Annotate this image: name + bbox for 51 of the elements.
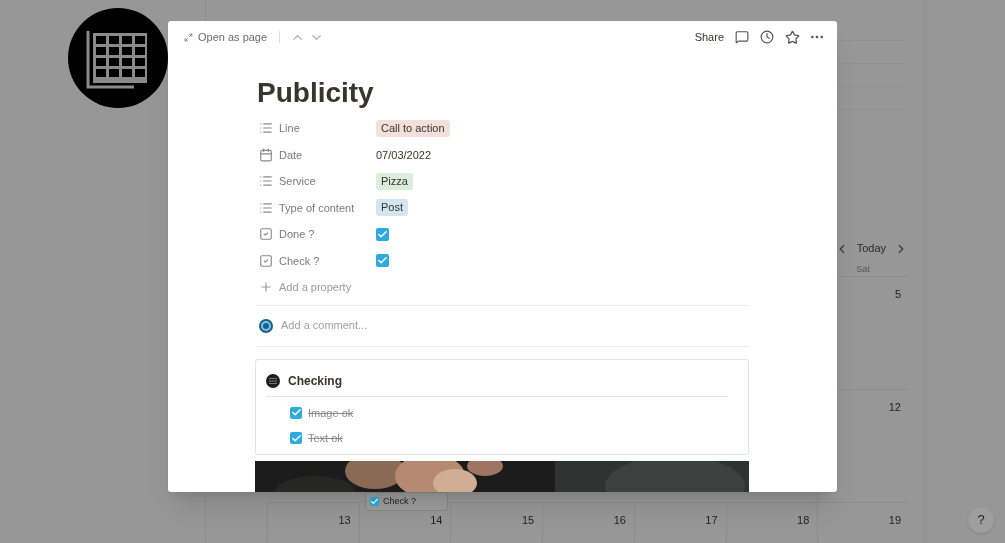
todo-text: Image ok [308,405,354,421]
clock-icon[interactable] [760,30,774,44]
avatar-icon [259,318,273,333]
card-label: Check ? [383,494,417,508]
day-number: 19 [888,514,902,526]
day-number: 13 [338,514,351,526]
todo-text: Text ok [308,431,343,446]
add-property-button[interactable]: Add a property [257,274,749,301]
comment-icon[interactable] [735,30,749,44]
property-name[interactable]: Done ? [279,226,315,243]
plus-icon [259,280,273,295]
open-as-page-button[interactable]: Open as page [180,28,272,46]
day-number: 5 [894,288,901,300]
property-name[interactable]: Line [279,120,300,137]
star-icon[interactable] [785,29,800,45]
property-checkbox[interactable] [376,254,389,268]
checkbox-icon [259,253,273,268]
day-number: 12 [888,401,901,413]
property-name[interactable]: Type of content [279,199,355,216]
help-button[interactable]: ? [968,507,994,533]
today-button[interactable]: Today [856,240,886,257]
calendar-logo-icon [68,7,168,109]
property-name[interactable]: Service [279,173,316,190]
todo-checkbox[interactable] [290,432,302,445]
list-circle-icon [266,373,280,388]
list-icon [259,121,273,136]
property-checkbox[interactable] [376,227,389,241]
weekday-header: Sat [855,262,871,276]
page-title: Publicity [257,76,375,110]
share-button[interactable]: Share [694,28,724,46]
day-number: 17 [705,514,718,526]
day-number: 18 [797,514,810,526]
list-icon [259,200,273,215]
date-value[interactable]: 07/03/2022 [376,146,432,163]
calendar-icon [259,147,273,162]
callout-title: Checking [288,372,342,390]
card-checkbox[interactable] [370,497,379,506]
select-tag[interactable]: Call to action [376,119,450,137]
day-number: 14 [430,514,443,526]
expand-icon [184,32,193,42]
checkbox-icon [259,227,273,242]
comment-field[interactable]: Add a comment... [281,317,749,334]
select-tag[interactable]: Post [376,199,408,217]
calendar-card[interactable]: Check ? [365,492,448,511]
select-tag[interactable]: Pizza [376,172,413,190]
day-number: 16 [613,514,626,526]
property-name[interactable]: Check ? [279,252,320,269]
list-icon [259,174,273,189]
day-number: 15 [521,514,535,526]
property-name[interactable]: Date [279,146,303,163]
todo-checkbox[interactable] [290,406,302,419]
